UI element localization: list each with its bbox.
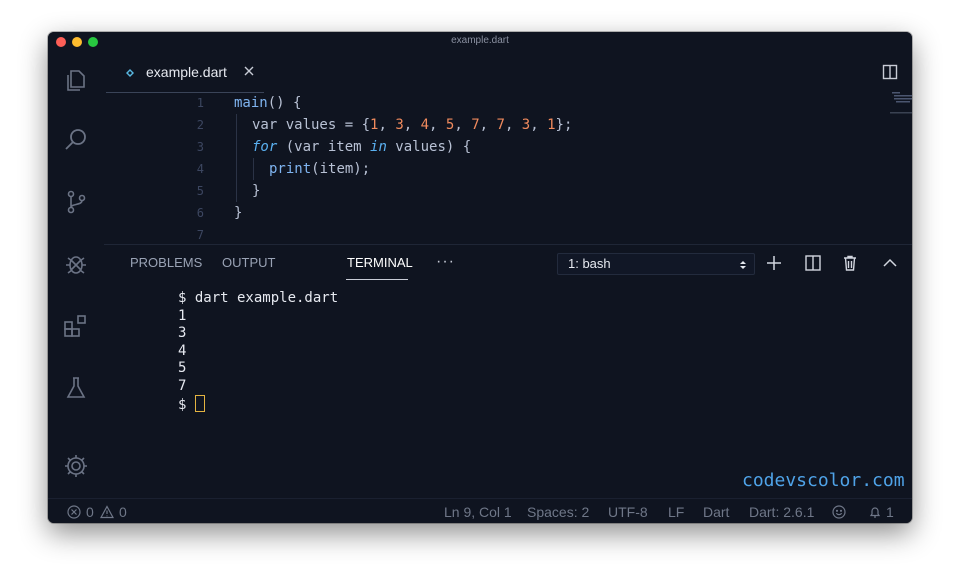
terminal-line: 5 [178,360,187,376]
watermark: codevscolor.com [742,470,905,491]
indent-guide [236,114,237,202]
notification-count[interactable]: 1 [886,504,894,520]
code-line: } [252,180,260,202]
terminal-line: $ dart example.dart [178,290,339,306]
code-token: , [479,117,497,133]
flask-icon[interactable] [62,374,90,402]
warning-icon[interactable] [99,505,115,519]
tab-terminal[interactable]: TERMINAL [347,255,413,270]
code-token: , [403,117,421,133]
chevron-up-icon[interactable] [881,254,899,272]
dart-file-icon [124,66,136,78]
line-number: 5 [196,184,204,198]
line-number: 7 [196,228,204,242]
code-token: , [429,117,446,133]
line-number: 1 [196,96,204,110]
code-line: print(item); [269,158,370,180]
close-tab-icon[interactable] [242,64,256,78]
code-token: (var item [277,139,371,155]
code-token: values) { [386,139,472,155]
tab-output[interactable]: OUTPUT [222,255,275,270]
code-line: } [234,202,242,224]
feedback-smiley-icon[interactable] [832,505,846,519]
code-keyword: for [252,139,278,155]
code-token: var values = { [252,117,371,133]
trash-icon[interactable] [841,254,859,272]
terminal-line: 3 [178,325,187,341]
tab-label: example.dart [146,64,227,80]
code-number: 7 [496,117,505,133]
terminal-line: 4 [178,342,187,359]
code-number: 7 [471,117,480,133]
code-token: print [269,161,312,177]
error-count[interactable]: 0 [86,504,94,520]
indent-guide [253,158,254,180]
notification-bell-icon[interactable] [868,505,882,519]
code-number: 3 [395,117,404,133]
terminal-select[interactable]: 1: bash [557,253,755,275]
minimap[interactable] [890,92,912,122]
window-title: example.dart [451,35,509,46]
terminal-line: 7 [178,377,187,394]
code-number: 1 [547,117,556,133]
chevron-updown-icon [738,258,748,270]
code-token: , [378,117,396,133]
code-line: for (var item in values) { [252,136,471,158]
indentation[interactable]: Spaces: 2 [527,504,589,520]
code-keyword: in [370,139,387,155]
code-token: , [504,117,522,133]
title-bar: example.dart [48,32,912,52]
debug-icon[interactable] [62,250,90,278]
editor-tabs: example.dart [104,52,912,93]
status-bar: 0 0 Ln 9, Col 1 Spaces: 2 UTF-8 LF Dart … [48,498,912,523]
terminal-prompt-line: $ [178,395,338,413]
line-number: 2 [196,118,204,132]
code-line: main() { [234,92,301,114]
cursor-position[interactable]: Ln 9, Col 1 [444,504,512,520]
tab-problems[interactable]: PROBLEMS [130,255,202,270]
split-terminal-icon[interactable] [804,254,822,272]
terminal-select-value: 1: bash [568,256,611,271]
code-token: }; [555,117,573,133]
terminal-prompt: $ [178,397,195,413]
source-control-icon[interactable] [62,188,90,216]
terminal-output[interactable]: $ dart example.dart 1 3 4 5 7 $ [178,290,338,413]
code-number: 3 [521,117,531,133]
code-number: 4 [420,117,430,133]
language-mode[interactable]: Dart [703,504,729,520]
terminal-line: 1 [178,307,187,324]
code-token: , [530,117,548,133]
tab-example-dart[interactable]: example.dart [106,52,264,93]
line-number: 4 [196,162,204,176]
terminal-cursor [194,395,205,412]
code-editor[interactable]: 1 2 3 4 5 6 7 main() { var values = {1, … [104,92,912,244]
activity-bar [48,52,104,498]
bottom-panel: PROBLEMS OUTPUT TERMINAL ··· 1: bash $ d… [104,244,912,499]
code-token: () { [267,95,302,111]
extensions-icon[interactable] [62,312,90,340]
split-editor-icon[interactable] [882,64,898,80]
line-number: 3 [196,140,204,154]
code-line: var values = {1, 3, 4, 5, 7, 7, 3, 1}; [252,114,572,136]
encoding[interactable]: UTF-8 [608,504,648,520]
code-token: , [454,117,472,133]
line-number: 6 [196,206,204,220]
active-tab-indicator [346,279,408,280]
code-token: } [234,205,243,221]
dart-sdk-version[interactable]: Dart: 2.6.1 [749,504,814,520]
end-of-line[interactable]: LF [668,504,684,520]
code-token: main [234,95,268,111]
code-token: } [252,183,261,199]
vscode-window: example.dart example.dart 1 2 3 4 5 6 7 … [48,32,912,523]
settings-gear-icon[interactable] [62,452,90,480]
warning-count[interactable]: 0 [119,504,127,520]
error-icon[interactable] [67,505,81,519]
search-icon[interactable] [62,126,90,154]
panel-more-icon[interactable]: ··· [436,253,455,271]
explorer-icon[interactable] [62,66,90,94]
code-token: (item); [311,161,371,177]
new-terminal-icon[interactable] [765,254,783,272]
